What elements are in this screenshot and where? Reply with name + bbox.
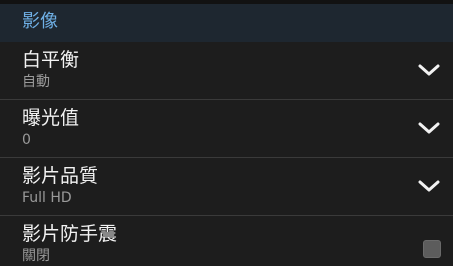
section-title: 影像	[22, 11, 58, 32]
setting-value: 自動	[22, 74, 50, 90]
chevron-down-icon[interactable]	[417, 176, 441, 196]
chevron-down-icon[interactable]	[417, 60, 441, 80]
camera-settings-screen: 影像 白平衡 自動 曝光值 0 影片品質 Full HD 影片防手震 關閉	[0, 0, 453, 266]
setting-value: 0	[22, 132, 31, 148]
chevron-down-icon[interactable]	[417, 118, 441, 138]
setting-value: 關閉	[22, 248, 50, 264]
setting-row-video-quality[interactable]: 影片品質 Full HD	[0, 158, 453, 215]
section-header: 影像	[0, 0, 453, 42]
setting-title: 白平衡	[22, 49, 80, 71]
setting-title: 曝光值	[22, 107, 80, 129]
setting-row-exposure[interactable]: 曝光值 0	[0, 100, 453, 157]
setting-row-white-balance[interactable]: 白平衡 自動	[0, 42, 453, 99]
setting-title: 影片品質	[22, 165, 99, 187]
setting-value: Full HD	[22, 190, 72, 206]
setting-title: 影片防手震	[22, 223, 118, 245]
stabilization-checkbox[interactable]	[423, 240, 441, 258]
setting-row-video-stabilization[interactable]: 影片防手震 關閉	[0, 216, 453, 266]
